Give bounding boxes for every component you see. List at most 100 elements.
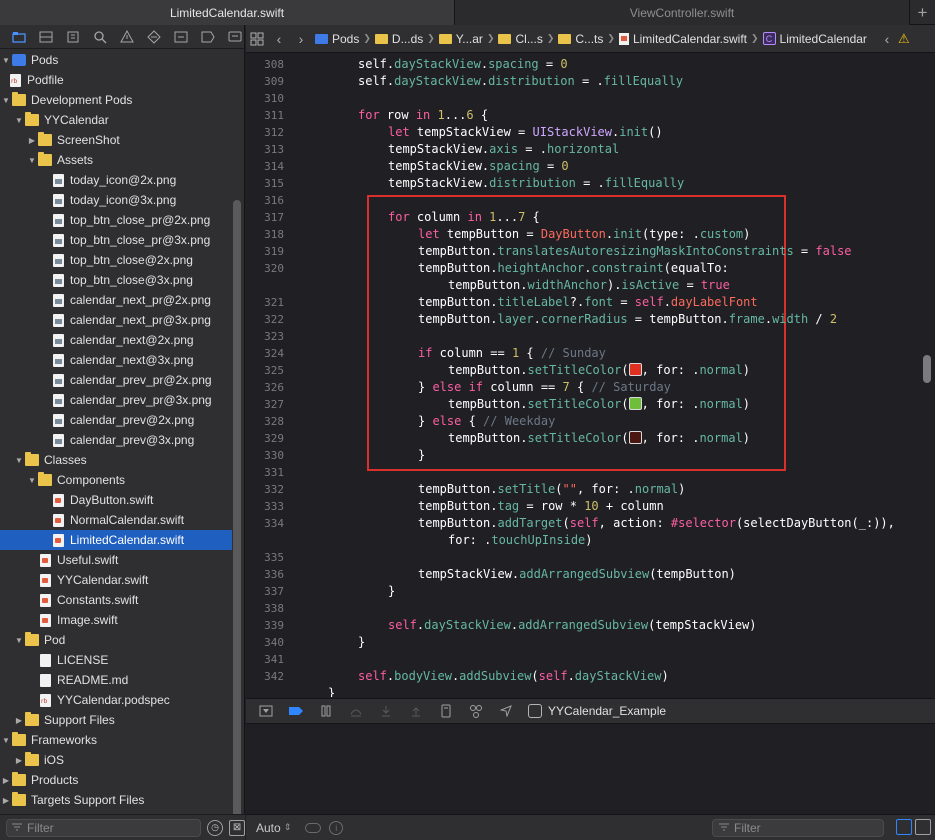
file-tree-item[interactable]: LICENSE — [0, 650, 232, 670]
file-tree-item[interactable]: today_icon@3x.png — [0, 190, 232, 210]
show-variables-view-icon[interactable] — [896, 819, 912, 835]
code-line[interactable]: 315 tempStackView.distribution = .fillEqu… — [246, 175, 935, 192]
code-editor[interactable]: 308 self.dayStackView.spacing = 0 309 self.… — [246, 54, 935, 697]
file-tree-item[interactable]: LimitedCalendar.swift — [0, 530, 232, 550]
disclosure-open-icon[interactable]: ▼ — [0, 50, 12, 70]
code-line[interactable]: 338 — [246, 600, 935, 617]
file-tree-item[interactable]: YYCalendar.swift — [0, 570, 232, 590]
warning-icon[interactable]: ⚠ — [898, 31, 910, 47]
code-line[interactable]: 330} — [246, 447, 935, 464]
file-tree-item[interactable]: ▼ Classes — [0, 450, 232, 470]
code-line[interactable]: tempButton.widthAnchor).isActive = true — [246, 277, 935, 294]
code-line[interactable]: 339 self.dayStackView.addArrangedSubview(… — [246, 617, 935, 634]
add-tab-button[interactable]: + — [910, 0, 935, 25]
breakpoints-toggle-icon[interactable] — [284, 700, 308, 722]
code-line[interactable]: 320 tempButton.heightAnchor.constraint(eq… — [246, 260, 935, 277]
info-icon[interactable]: i — [329, 820, 344, 835]
related-items-icon[interactable] — [246, 28, 268, 50]
code-line[interactable]: 332 tempButton.setTitle("", for: .normal) — [246, 481, 935, 498]
code-line[interactable]: 334 tempButton.addTarget(self, action: #s… — [246, 515, 935, 532]
code-line[interactable]: 311 for row in 1...6 { — [246, 107, 935, 124]
hide-debug-area-icon[interactable] — [254, 700, 278, 722]
scm-filter-icon[interactable]: ⊠ — [229, 819, 245, 836]
file-tree-item[interactable]: top_btn_close_pr@3x.png — [0, 230, 232, 250]
file-tree-item[interactable]: README.md — [0, 670, 232, 690]
debug-icon[interactable] — [170, 27, 191, 47]
file-tree-item[interactable]: calendar_next@2x.png — [0, 330, 232, 350]
code-line[interactable]: 313 tempStackView.axis = .horizontal — [246, 141, 935, 158]
recent-files-icon[interactable]: ◷ — [207, 819, 224, 836]
breadcrumb-item[interactable]: Y...ar — [436, 32, 486, 46]
disclosure-closed-icon[interactable]: ▶ — [13, 750, 25, 770]
quick-look-icon[interactable] — [305, 822, 322, 833]
report-icon[interactable] — [224, 27, 245, 47]
disclosure-closed-icon[interactable]: ▶ — [26, 130, 38, 150]
code-line[interactable]: 328} else { // Weekday — [246, 413, 935, 430]
breadcrumb-item[interactable]: C LimitedCalendar — [760, 32, 870, 46]
previous-issue-icon[interactable]: ‹ — [876, 28, 898, 50]
code-line[interactable]: 326} else if column == 7 { // Saturday — [246, 379, 935, 396]
disclosure-closed-icon[interactable]: ▶ — [13, 710, 25, 730]
disclosure-open-icon[interactable]: ▼ — [13, 630, 25, 650]
debug-target[interactable]: YYCalendar_Example — [528, 704, 666, 718]
file-tree-item[interactable]: calendar_prev@3x.png — [0, 430, 232, 450]
code-line[interactable]: 327 tempButton.setTitleColor(, for: .norm… — [246, 396, 935, 413]
file-tree-item[interactable]: DayButton.swift — [0, 490, 232, 510]
file-tree-item[interactable]: ▼ Development Pods — [0, 90, 232, 110]
file-tree-item[interactable]: Podfile — [0, 70, 232, 90]
file-tree-item[interactable]: ▼ Pods — [0, 50, 232, 70]
step-over-icon[interactable] — [344, 700, 368, 722]
file-tree-item[interactable]: ▼ Assets — [0, 150, 232, 170]
breadcrumb-item[interactable]: D...ds — [372, 32, 426, 46]
file-tree-item[interactable]: ▶ Support Files — [0, 710, 232, 730]
pause-icon[interactable] — [314, 700, 338, 722]
search-icon[interactable] — [89, 27, 110, 47]
file-tree-item[interactable]: ▼ YYCalendar — [0, 110, 232, 130]
file-tree-item[interactable]: top_btn_close_pr@2x.png — [0, 210, 232, 230]
code-line[interactable]: 318 let tempButton = DayButton.init(type:… — [246, 226, 935, 243]
breadcrumb-item[interactable]: Cl...s — [495, 32, 545, 46]
code-line[interactable]: 331 — [246, 464, 935, 481]
file-tree-item[interactable]: ▼ Components — [0, 470, 232, 490]
tab-limitedcalendar[interactable]: LimitedCalendar.swift — [0, 0, 455, 25]
file-tree-item[interactable]: Constants.swift — [0, 590, 232, 610]
step-out-icon[interactable] — [404, 700, 428, 722]
file-tree-item[interactable]: YYCalendar.podspec — [0, 690, 232, 710]
file-tree-item[interactable]: calendar_prev_pr@3x.png — [0, 390, 232, 410]
file-tree-item[interactable]: Useful.swift — [0, 550, 232, 570]
code-line[interactable]: 319 tempButton.translatesAutoresizingMask… — [246, 243, 935, 260]
disclosure-closed-icon[interactable]: ▶ — [0, 790, 12, 810]
code-line[interactable]: 309 self.dayStackView.distribution = .fil… — [246, 73, 935, 90]
disclosure-open-icon[interactable]: ▼ — [0, 730, 12, 750]
code-line[interactable]: 340} — [246, 634, 935, 651]
disclosure-closed-icon[interactable]: ▶ — [0, 770, 12, 790]
breadcrumb-item[interactable]: Pods — [312, 32, 362, 46]
variables-mode-select[interactable]: Auto ⇕ — [256, 821, 291, 835]
code-line[interactable]: 322 tempButton.layer.cornerRadius = tempB… — [246, 311, 935, 328]
file-tree-item[interactable]: NormalCalendar.swift — [0, 510, 232, 530]
test-icon[interactable] — [143, 27, 164, 47]
memory-graph-icon[interactable] — [464, 700, 488, 722]
symbol-icon[interactable] — [62, 27, 83, 47]
sidebar-filter-input[interactable]: Filter — [6, 818, 202, 837]
code-line[interactable]: 333 tempButton.tag = row * 10 + column — [246, 498, 935, 515]
forward-icon[interactable]: › — [290, 28, 312, 50]
tab-viewcontroller[interactable]: ViewController.swift — [455, 0, 910, 25]
code-line[interactable]: 312 let tempStackView = UIStackView.init(… — [246, 124, 935, 141]
code-line[interactable]: 337} — [246, 583, 935, 600]
file-tree-item[interactable]: calendar_prev@2x.png — [0, 410, 232, 430]
code-line[interactable]: 321 tempButton.titleLabel?.font = self.da… — [246, 294, 935, 311]
simulate-location-icon[interactable] — [494, 700, 518, 722]
breakpoint-icon[interactable] — [197, 27, 218, 47]
code-line[interactable]: 317 for column in 1...7 { — [246, 209, 935, 226]
warning-icon[interactable] — [116, 27, 137, 47]
debug-console[interactable] — [246, 724, 935, 814]
code-line[interactable]: 342 self.bodyView.addSubview(self.dayStac… — [246, 668, 935, 685]
file-tree-item[interactable]: ▶ iOS — [0, 750, 232, 770]
file-tree-item[interactable]: top_btn_close@3x.png — [0, 270, 232, 290]
disclosure-open-icon[interactable]: ▼ — [26, 150, 38, 170]
code-line[interactable]: 324 if column == 1 { // Sunday — [246, 345, 935, 362]
disclosure-open-icon[interactable]: ▼ — [0, 90, 12, 110]
code-line[interactable]: } — [246, 685, 935, 697]
code-line[interactable]: 335 — [246, 549, 935, 566]
